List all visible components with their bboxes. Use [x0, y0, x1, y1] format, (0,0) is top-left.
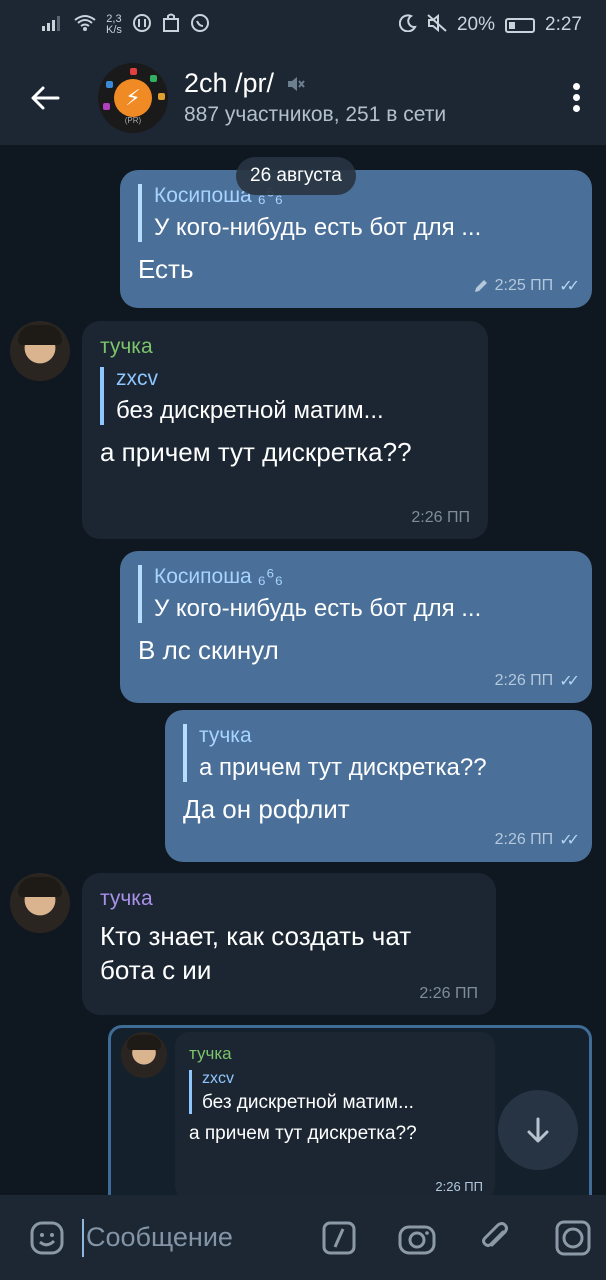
- paperclip-icon[interactable]: [468, 1211, 522, 1265]
- scroll-down-button[interactable]: [498, 1090, 578, 1170]
- lightning-icon: ⚡: [114, 78, 152, 117]
- message-meta: 2:26 ПП ✓✓: [494, 671, 580, 691]
- muted-speaker-icon: [288, 76, 305, 91]
- message-meta: 2:26 ПП: [411, 509, 470, 527]
- more-vert-icon[interactable]: [546, 50, 606, 145]
- shopping-bag-icon: [162, 13, 180, 38]
- sender-name[interactable]: тучка: [100, 887, 478, 911]
- sticker-emoji-icon[interactable]: [20, 1211, 74, 1265]
- whatsapp-icon: [190, 13, 210, 38]
- arrow-left-icon: [31, 86, 60, 109]
- sender-name[interactable]: тучка: [189, 1044, 481, 1064]
- reply-preview[interactable]: zxcv без дискретной матим...: [100, 367, 470, 425]
- clock: 2:27: [545, 14, 582, 35]
- battery-icon: [505, 17, 536, 33]
- message-input[interactable]: [82, 1218, 282, 1257]
- reply-preview[interactable]: тучка а причем тут дискретка??: [183, 724, 574, 782]
- message-text: В лс скинул: [138, 635, 279, 665]
- message-time: 2:26 ПП: [411, 509, 470, 526]
- message-bubble-incoming[interactable]: тучка zxcv без дискретной матим... а при…: [82, 321, 488, 539]
- reply-text: а причем тут дискретка??: [199, 754, 487, 781]
- reply-text: без дискретной матим...: [116, 397, 384, 424]
- status-bar: 2,3 K/s 20% 2:27: [0, 0, 606, 50]
- reply-text: без дискретной матим...: [202, 1092, 414, 1113]
- network-speed: 2,3 K/s: [106, 13, 122, 36]
- reply-preview[interactable]: zxcv без дискретной матим...: [189, 1070, 481, 1114]
- message-composer: [0, 1195, 606, 1280]
- reply-author: Косипоша ₆⁶₆: [154, 565, 284, 588]
- do-not-disturb-moon-icon: [398, 13, 417, 37]
- double-check-icon: ✓✓: [559, 832, 580, 849]
- double-check-icon: ✓✓: [559, 278, 580, 295]
- double-check-icon: ✓✓: [559, 673, 580, 690]
- reply-text: У кого-нибудь есть бот для ...: [154, 214, 482, 241]
- message-time: 2:26 ПП: [494, 831, 554, 848]
- camera-icon[interactable]: [390, 1211, 444, 1265]
- round-camera-icon[interactable]: [546, 1211, 600, 1265]
- message-meta: 2:25 ПП ✓✓: [473, 276, 580, 296]
- avatar[interactable]: [10, 873, 70, 933]
- message-text: Да он рофлит: [183, 794, 350, 824]
- message-meta: 2:26 ПП ✓✓: [494, 830, 580, 850]
- date-separator: 26 августа: [236, 157, 356, 195]
- message-text-line: Кто знает, как создать чат: [100, 921, 412, 951]
- battery-percent: 20%: [456, 14, 496, 35]
- message-time: 2:25 ПП: [494, 277, 554, 294]
- chat-subtitle: 887 участников, 251 в сети: [184, 103, 447, 126]
- message-text: а причем тут дискретка??: [189, 1123, 417, 1144]
- message-text-line: бота с ии: [100, 955, 212, 985]
- signal-icon: [42, 15, 64, 36]
- chat-header: ⚡ (PR) 2ch /pr/ 887 участников, 251 в се…: [0, 50, 606, 145]
- reply-text: У кого-нибудь есть бот для ...: [154, 595, 482, 622]
- message-bubble-outgoing[interactable]: тучка а причем тут дискретка?? Да он роф…: [165, 710, 592, 862]
- sender-name[interactable]: тучка: [100, 335, 470, 359]
- slash-command-icon[interactable]: [312, 1211, 366, 1265]
- pencil-edited-icon: [474, 280, 487, 292]
- message-bubble-incoming[interactable]: тучка zxcv без дискретной матим... а при…: [175, 1032, 495, 1195]
- back-button[interactable]: [0, 50, 90, 145]
- chat-header-info[interactable]: 2ch /pr/ 887 участников, 251 в сети: [184, 68, 446, 127]
- message-meta: 2:26 ПП: [419, 985, 478, 1003]
- message-time: 2:26 ПП: [494, 672, 554, 689]
- reply-author: тучка: [199, 724, 252, 747]
- wifi-icon: [74, 14, 96, 37]
- reply-preview[interactable]: Косипоша ₆⁶₆ У кого-нибудь есть бот для …: [138, 565, 574, 623]
- message-time: 2:26 ПП: [435, 1179, 483, 1194]
- chat-title: 2ch /pr/: [184, 68, 275, 98]
- silent-mode-icon: [427, 13, 447, 37]
- reply-preview[interactable]: Косипоша ₆⁶₆ У кого-нибудь есть бот для …: [138, 184, 574, 242]
- channel-avatar[interactable]: ⚡ (PR): [98, 62, 168, 133]
- reply-author: Косипоша ₆⁶₆: [154, 184, 284, 207]
- message-bubble-incoming[interactable]: тучка Кто знает, как создать чат бота с …: [82, 873, 496, 1015]
- message-list[interactable]: Косипоша ₆⁶₆ У кого-нибудь есть бот для …: [0, 145, 606, 1195]
- avatar[interactable]: [10, 321, 70, 381]
- message-time: 2:26 ПП: [419, 985, 478, 1002]
- data-saver-icon: [132, 13, 152, 38]
- message-text: а причем тут дискретка??: [100, 437, 412, 467]
- avatar[interactable]: [121, 1032, 167, 1078]
- reply-author: zxcv: [116, 367, 158, 390]
- message-meta: 2:26 ПП: [435, 1179, 483, 1194]
- chevron-down-icon: [527, 1117, 549, 1143]
- reply-author: zxcv: [202, 1070, 234, 1087]
- message-bubble-outgoing[interactable]: Косипоша ₆⁶₆ У кого-нибудь есть бот для …: [120, 551, 592, 703]
- message-bubble-outgoing[interactable]: Косипоша ₆⁶₆ У кого-нибудь есть бот для …: [120, 170, 592, 308]
